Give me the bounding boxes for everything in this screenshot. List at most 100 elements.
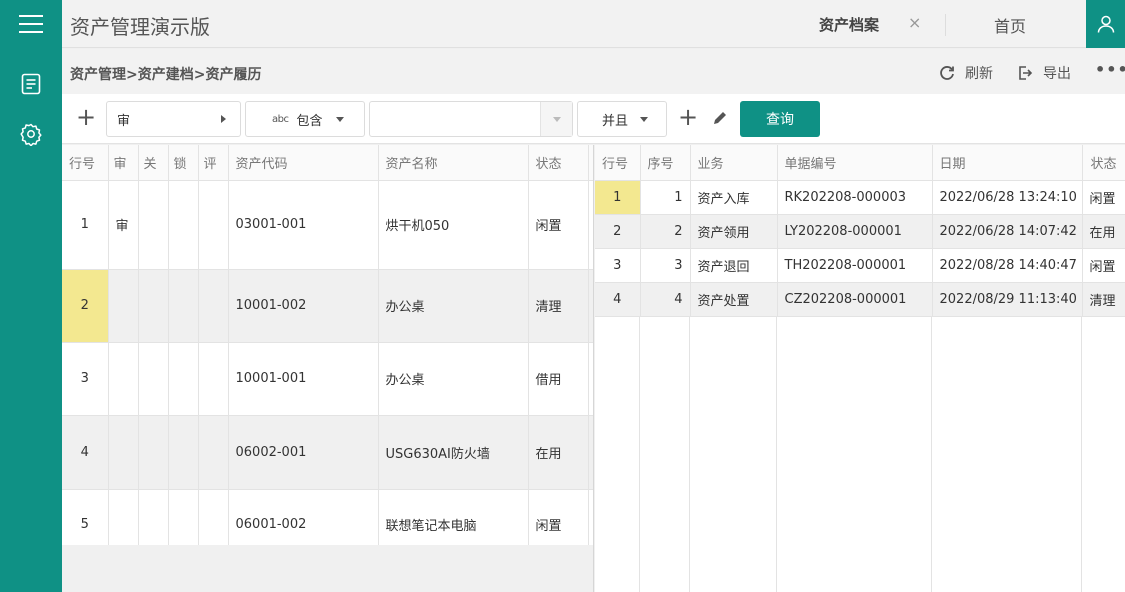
close-cell <box>138 269 169 343</box>
audit-cell: 审 <box>108 180 139 270</box>
filter-bar: + 审 abc 包含 并且 + 查询 <box>62 94 1125 144</box>
col-header[interactable]: 状态 <box>1082 145 1125 181</box>
table-empty-area <box>62 545 593 592</box>
status-cell: 闲置 <box>1082 248 1125 283</box>
audit-cell <box>108 269 139 343</box>
filter-value-input[interactable] <box>369 101 573 137</box>
rate-cell <box>198 180 229 270</box>
table-row[interactable]: 4 06002-001 USG630AI防火墙 在用 <box>62 415 593 490</box>
export-icon <box>1019 66 1033 80</box>
business-type: 资产入库 <box>690 180 778 215</box>
filter-logic-select[interactable]: 并且 <box>577 101 667 137</box>
user-icon[interactable] <box>1086 0 1125 48</box>
export-label: 导出 <box>1043 66 1071 82</box>
refresh-icon <box>940 66 954 80</box>
document-number: LY202208-000001 <box>777 214 933 249</box>
pencil-icon[interactable] <box>712 110 728 126</box>
col-header[interactable]: 审 <box>108 145 139 181</box>
tab-asset-archive[interactable]: 资产档案 <box>819 14 879 35</box>
col-header[interactable]: 评 <box>198 145 229 181</box>
table-row[interactable]: 2 10001-002 办公桌 清理 <box>62 269 593 343</box>
more-icon[interactable]: ••• <box>1095 60 1125 79</box>
refresh-button[interactable]: 刷新 <box>939 63 993 83</box>
export-button[interactable]: 导出 <box>1017 63 1071 83</box>
col-header[interactable]: 资产代码 <box>228 145 379 181</box>
header: 资产管理演示版 资产档案 × 首页 <box>62 0 1125 48</box>
tab-home[interactable]: 首页 <box>994 13 1026 37</box>
lock-cell <box>168 180 199 270</box>
close-cell <box>138 342 169 416</box>
asset-status: 在用 <box>528 415 589 490</box>
lock-cell <box>168 342 199 416</box>
chevron-right-icon <box>221 115 226 123</box>
row-number: 1 <box>595 180 641 215</box>
table-row[interactable]: 2 2 资产领用 LY202208-000001 2022/06/28 14:0… <box>595 214 1125 249</box>
asset-name: 办公桌 <box>378 342 529 416</box>
col-header[interactable]: 状态 <box>528 145 589 181</box>
filter-logic-value: 并且 <box>602 113 629 129</box>
gear-icon[interactable] <box>19 122 43 146</box>
audit-cell <box>108 342 139 416</box>
asset-name: 烘干机050 <box>378 180 529 270</box>
value-dropdown-button[interactable] <box>540 102 572 136</box>
breadcrumb: 资产管理>资产建档>资产履历 <box>70 67 262 83</box>
col-header[interactable]: 业务 <box>690 145 778 181</box>
document-number: CZ202208-000001 <box>777 282 933 317</box>
plus-icon[interactable]: + <box>678 103 698 131</box>
row-number: 2 <box>62 269 109 343</box>
audit-cell <box>108 415 139 490</box>
asset-name: USG630AI防火墙 <box>378 415 529 490</box>
rate-cell <box>198 269 229 343</box>
status-cell: 闲置 <box>1082 180 1125 215</box>
filter-field-select[interactable]: 审 <box>106 101 241 137</box>
query-button[interactable]: 查询 <box>740 101 820 137</box>
row-number: 3 <box>62 342 109 416</box>
col-header[interactable]: 行号 <box>62 145 109 181</box>
table-row[interactable]: 1 审 03001-001 烘干机050 闲置 <box>62 180 593 270</box>
table-row[interactable]: 3 10001-001 办公桌 借用 <box>62 342 593 416</box>
close-icon[interactable]: × <box>908 13 921 32</box>
business-type: 资产领用 <box>690 214 778 249</box>
document-number: RK202208-000003 <box>777 180 933 215</box>
sidebar <box>0 0 62 592</box>
asset-code: 10001-002 <box>228 269 379 343</box>
filter-operator-value: 包含 <box>296 113 323 129</box>
asset-status: 清理 <box>528 269 589 343</box>
document-icon[interactable] <box>19 72 43 96</box>
table-row[interactable]: 4 4 资产处置 CZ202208-000001 2022/08/29 11:1… <box>595 282 1125 317</box>
rate-cell <box>198 342 229 416</box>
col-header[interactable]: 锁 <box>168 145 199 181</box>
date-cell: 2022/08/28 14:40:47 <box>932 248 1083 283</box>
abc-icon: abc <box>272 113 289 125</box>
add-condition-icon[interactable]: + <box>76 103 96 131</box>
tab-divider <box>945 14 946 36</box>
chevron-down-icon <box>336 117 344 122</box>
history-table-header: 行号 序号 业务 单据编号 日期 状态 <box>595 145 1125 181</box>
close-cell <box>138 415 169 490</box>
asset-status: 闲置 <box>528 180 589 270</box>
chevron-down-icon <box>640 117 648 122</box>
col-header[interactable]: 日期 <box>932 145 1083 181</box>
table-row[interactable]: 1 1 资产入库 RK202208-000003 2022/06/28 13:2… <box>595 180 1125 215</box>
date-cell: 2022/06/28 13:24:10 <box>932 180 1083 215</box>
seq-number: 3 <box>640 248 691 283</box>
col-header[interactable]: 资产名称 <box>378 145 529 181</box>
menu-icon[interactable] <box>0 0 62 48</box>
col-header[interactable]: 行号 <box>595 145 641 181</box>
col-header[interactable]: 关 <box>138 145 169 181</box>
row-number: 3 <box>595 248 641 283</box>
col-header[interactable]: 序号 <box>640 145 691 181</box>
date-cell: 2022/06/28 14:07:42 <box>932 214 1083 249</box>
asset-code: 10001-001 <box>228 342 379 416</box>
asset-table-header: 行号 审 关 锁 评 资产代码 资产名称 状态 <box>62 145 593 181</box>
refresh-label: 刷新 <box>965 66 993 82</box>
asset-code: 03001-001 <box>228 180 379 270</box>
status-cell: 在用 <box>1082 214 1125 249</box>
row-number: 4 <box>595 282 641 317</box>
col-header[interactable]: 单据编号 <box>777 145 933 181</box>
lock-cell <box>168 269 199 343</box>
status-cell: 清理 <box>1082 282 1125 317</box>
filter-operator-select[interactable]: abc 包含 <box>245 101 365 137</box>
table-row[interactable]: 3 3 资产退回 TH202208-000001 2022/08/28 14:4… <box>595 248 1125 283</box>
lock-cell <box>168 415 199 490</box>
